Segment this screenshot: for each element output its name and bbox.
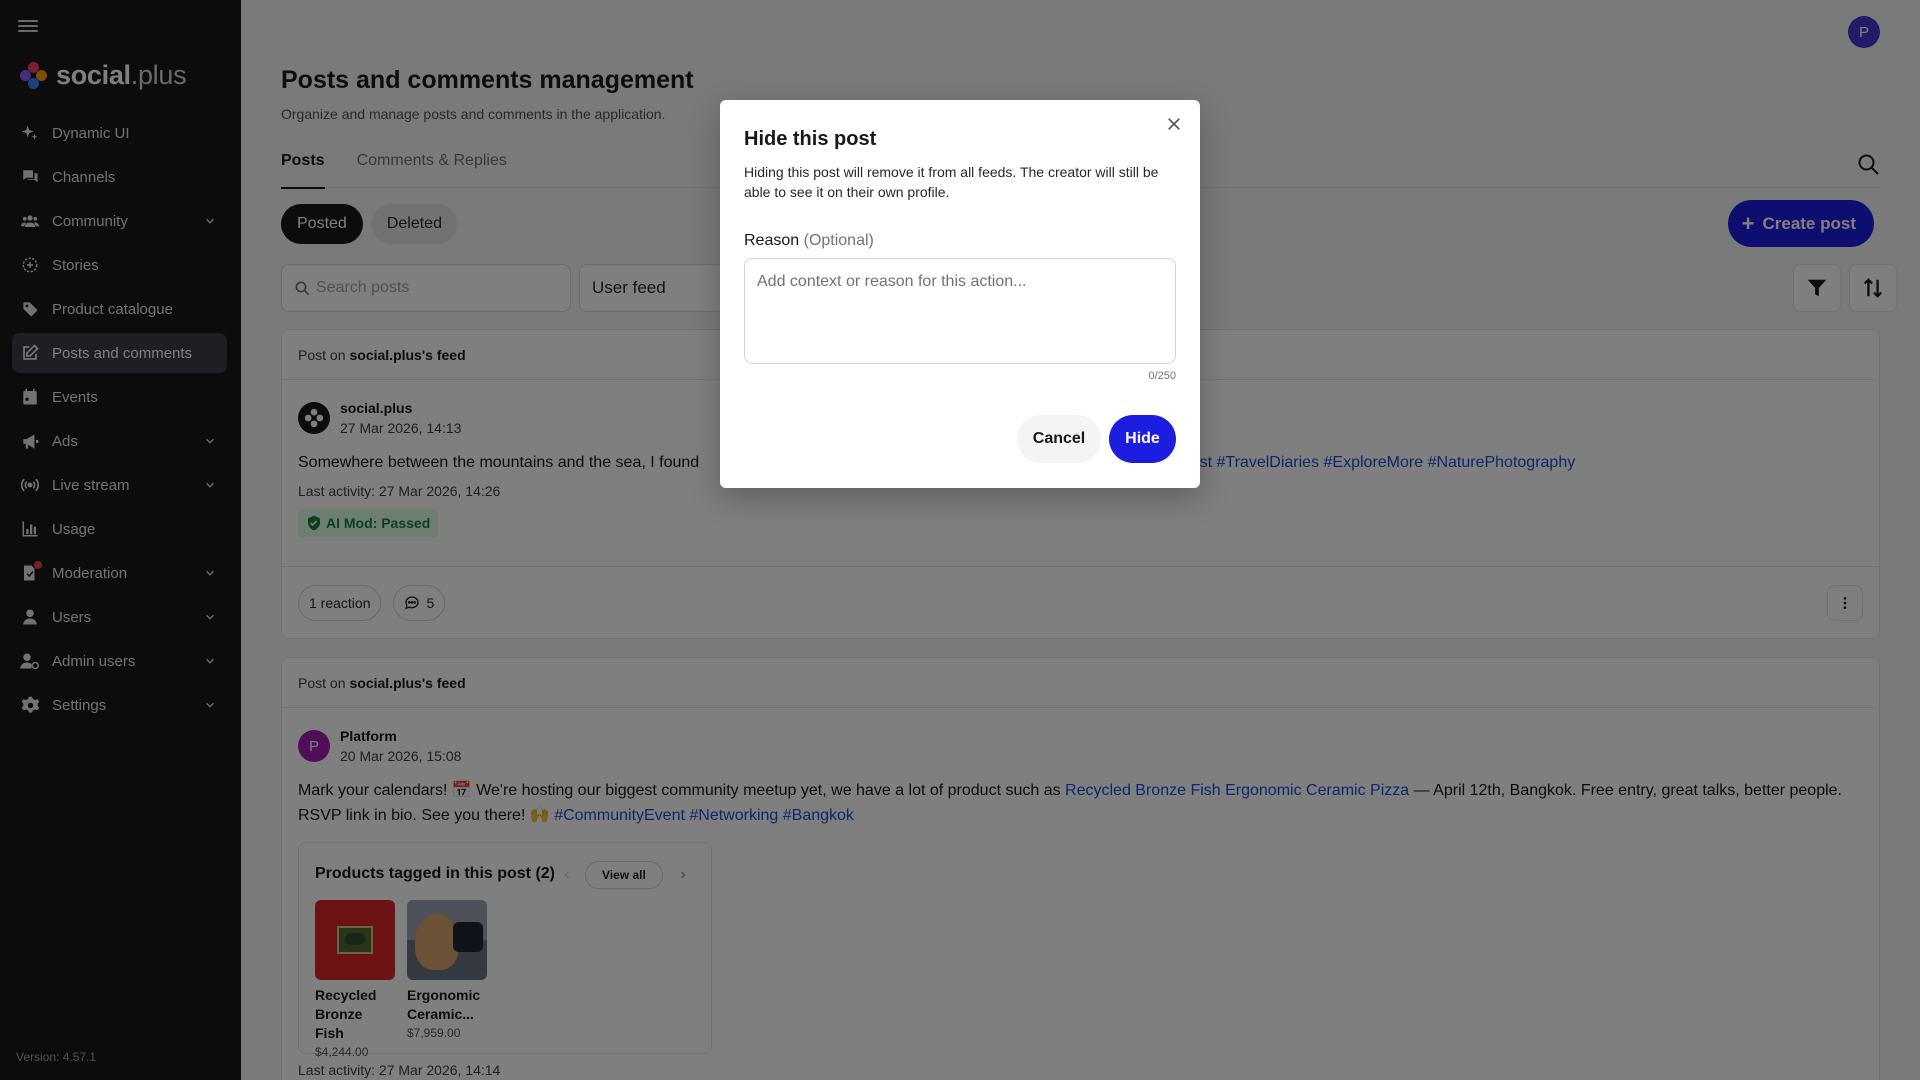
hide-post-dialog: Hide this post Hiding this post will rem… (720, 100, 1200, 488)
dialog-description: Hiding this post will remove it from all… (744, 164, 1159, 200)
dialog-title: Hide this post (744, 128, 877, 150)
cancel-button[interactable]: Cancel (1017, 415, 1101, 463)
reason-label: Reason (Optional) (744, 232, 874, 249)
hide-button[interactable]: Hide (1109, 415, 1176, 463)
close-button[interactable] (1162, 112, 1186, 136)
close-icon (1168, 118, 1180, 130)
character-count: 0/250 (1148, 370, 1176, 382)
reason-textarea[interactable] (744, 258, 1176, 364)
